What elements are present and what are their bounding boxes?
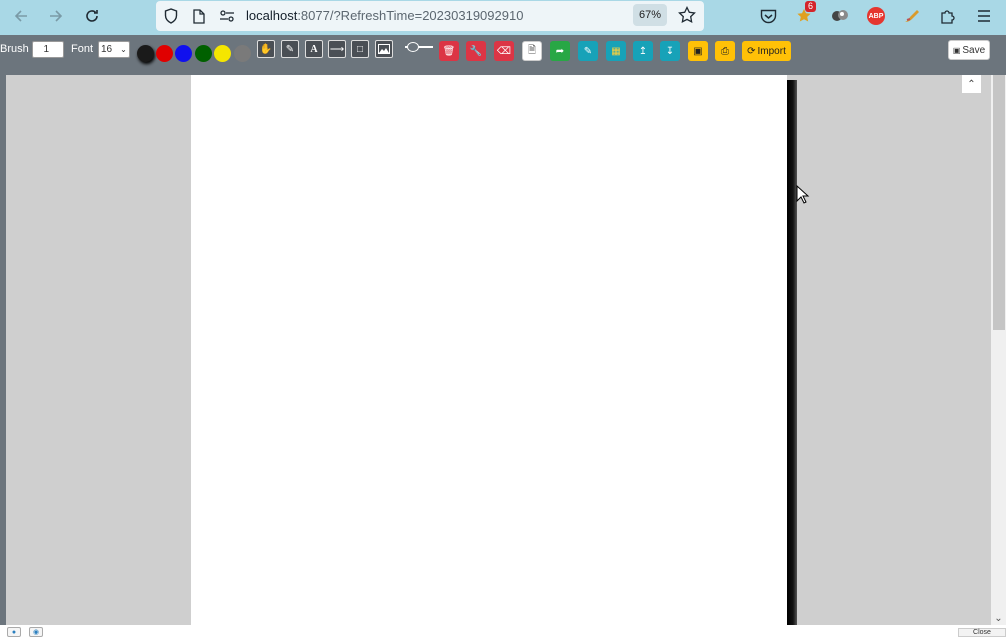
square-icon: □ <box>356 43 364 55</box>
brush-size-input[interactable]: 1 <box>32 41 64 58</box>
page-icon[interactable] <box>190 7 208 25</box>
url-path: :8077/?RefreshTime=20230319092910 <box>297 8 524 23</box>
upload-icon: ↥ <box>638 45 648 57</box>
pan-tool-button[interactable]: ✋ <box>257 40 275 58</box>
redo-button[interactable]: ➦ <box>550 41 570 61</box>
font-size-value: 16 <box>101 44 113 55</box>
rectangle-tool-button[interactable]: □ <box>351 40 369 58</box>
color-swatch-yellow[interactable] <box>214 45 231 62</box>
share-arrow-icon: ➦ <box>555 45 565 57</box>
new-page-button[interactable]: 🗎 <box>522 41 542 61</box>
drawing-canvas-page[interactable] <box>191 75 787 625</box>
save-button[interactable]: ▣ Save <box>948 40 990 60</box>
extension-people-icon[interactable] <box>828 5 852 27</box>
scroll-down-button[interactable]: ⌄ <box>992 611 1005 625</box>
scroll-up-button[interactable]: ⌃ <box>962 75 981 93</box>
print-button[interactable]: ⎙ <box>715 41 735 61</box>
color-swatch-green[interactable] <box>195 45 212 62</box>
pencil-icon: ✎ <box>285 43 295 55</box>
adblock-icon[interactable]: ABP <box>864 5 888 27</box>
forward-arrow-icon <box>50 10 63 22</box>
wrench-icon: 🔧 <box>469 45 483 57</box>
permissions-icon[interactable] <box>218 7 236 25</box>
adblock-label: ABP <box>867 7 885 25</box>
page-scrollbar[interactable]: ⌄ <box>991 75 1006 625</box>
reload-icon <box>86 10 98 22</box>
trash-icon: 🗑 <box>442 45 456 57</box>
reload-button[interactable] <box>79 4 105 28</box>
image-icon <box>378 44 390 54</box>
extension-badge-count: 6 <box>804 1 816 12</box>
paint-extension-icon[interactable] <box>900 5 924 27</box>
import-label: Import <box>757 45 786 57</box>
download-icon: ↧ <box>665 45 675 57</box>
print-icon: ⎙ <box>721 45 729 57</box>
back-arrow-icon <box>14 10 27 22</box>
url-host: localhost <box>246 8 298 23</box>
refresh-icon: ⟳ <box>747 45 756 57</box>
text-icon: A <box>310 43 318 55</box>
color-swatch-blue[interactable] <box>175 45 192 62</box>
brush-label: Brush <box>0 43 29 55</box>
text-tool-button[interactable]: A <box>305 40 323 58</box>
color-swatch-black[interactable] <box>137 45 154 62</box>
export-image-button[interactable]: ▣ <box>688 41 708 61</box>
color-swatch-red[interactable] <box>156 45 173 62</box>
menu-hamburger-icon[interactable] <box>972 5 996 27</box>
address-bar[interactable]: localhost:8077/?RefreshTime=202303190929… <box>156 1 704 31</box>
line-arrow-icon: ⟶ <box>329 43 345 55</box>
wrench-button[interactable]: 🔧 <box>466 41 486 61</box>
workspace-scrollbar[interactable] <box>962 75 982 625</box>
extension-rating-icon[interactable]: 6 <box>792 1 816 27</box>
extensions-puzzle-icon[interactable] <box>936 5 960 27</box>
forward-button[interactable] <box>43 4 69 28</box>
page-shadow <box>787 80 797 625</box>
delete-button[interactable]: 🗑 <box>439 41 459 61</box>
mouse-cursor-icon <box>796 185 810 204</box>
browser-toolbar: localhost:8077/?RefreshTime=202303190929… <box>0 0 1006 35</box>
drawing-toolbar: Brush 1 Font 16 ⌄ ✋ ✎ A ⟶ □ 🗑 🔧 ⌫ 🗎 ➦ ✎ … <box>0 35 1006 75</box>
bottom-bar: ● ◉ Close <box>0 625 1006 637</box>
image-tool-button[interactable] <box>375 40 393 58</box>
grid-button[interactable]: ▦ <box>606 41 626 61</box>
eraser-icon: ⌫ <box>496 45 512 57</box>
brush-size-value: 1 <box>43 44 49 55</box>
floppy-icon: ▣ <box>952 45 961 55</box>
image-export-icon: ▣ <box>693 45 703 57</box>
save-label: Save <box>962 44 986 56</box>
chevron-down-icon: ⌄ <box>120 45 127 54</box>
shield-icon[interactable] <box>162 7 180 25</box>
bookmark-star-icon[interactable] <box>678 6 696 24</box>
edit-button[interactable]: ✎ <box>578 41 598 61</box>
pencil-tool-button[interactable]: ✎ <box>281 40 299 58</box>
chevron-down-icon: ⌄ <box>994 612 1003 624</box>
file-icon: 🗎 <box>527 44 537 56</box>
color-swatch-gray[interactable] <box>234 45 251 62</box>
page-scrollbar-thumb[interactable] <box>993 75 1005 330</box>
canvas-workspace[interactable] <box>6 75 982 625</box>
back-button[interactable] <box>8 4 34 28</box>
import-button[interactable]: ⟳ Import <box>742 41 791 61</box>
download-button[interactable]: ↧ <box>660 41 680 61</box>
grid-icon: ▦ <box>611 45 621 57</box>
chevron-up-icon: ⌃ <box>967 78 976 90</box>
font-label: Font <box>71 43 94 55</box>
upload-button[interactable]: ↥ <box>633 41 653 61</box>
pocket-icon[interactable] <box>756 5 780 27</box>
line-tool-button[interactable]: ⟶ <box>328 40 346 58</box>
footer-help-icon[interactable]: ● <box>7 627 21 637</box>
footer-globe-icon[interactable]: ◉ <box>29 627 43 637</box>
eraser-button[interactable]: ⌫ <box>494 41 514 61</box>
font-size-select[interactable]: 16 ⌄ <box>98 41 130 58</box>
edit-icon: ✎ <box>583 45 593 57</box>
close-button[interactable]: Close <box>958 628 1006 637</box>
slider-knob[interactable] <box>407 42 419 52</box>
zoom-level-badge[interactable]: 67% <box>633 4 667 26</box>
hand-icon: ✋ <box>259 43 273 55</box>
url-text[interactable]: localhost:8077/?RefreshTime=202303190929… <box>246 8 523 23</box>
opacity-slider[interactable] <box>401 42 433 54</box>
